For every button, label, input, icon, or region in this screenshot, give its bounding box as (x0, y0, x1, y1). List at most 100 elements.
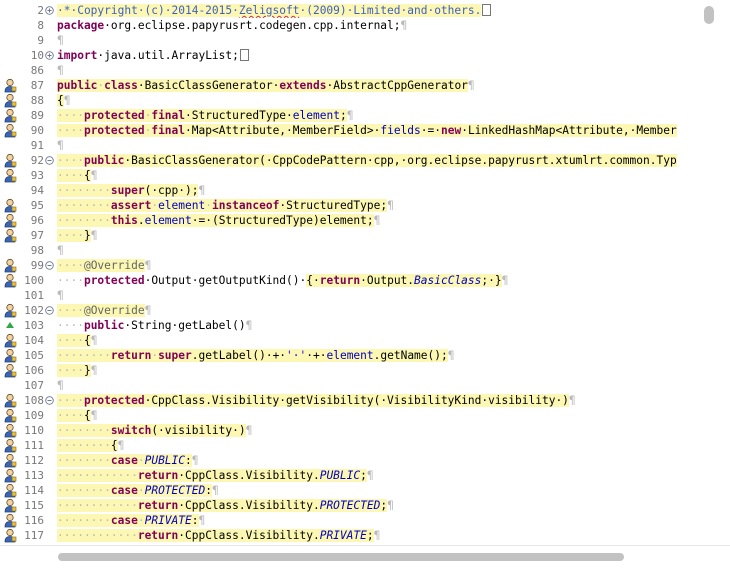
line-number: 94 (30, 184, 44, 197)
vertical-scroll-thumb[interactable] (704, 6, 714, 24)
person-icon (3, 108, 17, 123)
code-text[interactable]: ¶ (57, 243, 702, 258)
code-text[interactable]: ····@Override¶ (57, 303, 702, 318)
code-text[interactable]: ····{¶ (57, 408, 702, 423)
code-line[interactable]: 95 ········assert·element·instanceof·Stru… (0, 198, 702, 213)
code-line[interactable]: 87 public·class·BasicClassGenerator·exten… (0, 78, 702, 93)
code-line[interactable]: 116 ········case·PRIVATE:¶ (0, 513, 702, 528)
line-number: 100 (24, 274, 44, 287)
code-text[interactable]: ········{¶ (57, 438, 702, 453)
code-text[interactable]: ········assert·element·instanceof·Struct… (57, 198, 702, 213)
code-text[interactable]: ····protected·final·Map<Attribute,·Membe… (57, 123, 702, 138)
code-text[interactable]: ····public·BasicClassGenerator(·CppCodeP… (57, 153, 702, 168)
line-number: 99 (30, 259, 44, 272)
code-text[interactable]: ¶ (57, 288, 702, 303)
code-text[interactable]: ¶ (57, 378, 702, 393)
code-line[interactable]: 111 ········{¶ (0, 438, 702, 453)
code-text[interactable]: ·*·Copyright·(c)·2014-2015·Zeligsoft·(20… (57, 3, 702, 18)
code-text[interactable]: ········return·super.getLabel()·+·'·'·+·… (57, 348, 702, 363)
line-number: 101 (24, 289, 44, 302)
code-token: return (319, 274, 361, 287)
code-text[interactable]: ¶ (57, 138, 702, 153)
line-number: 88 (30, 94, 44, 107)
code-token: super (158, 349, 192, 362)
code-token: ¶ (373, 214, 381, 227)
code-line[interactable]: 91 ¶ (0, 138, 702, 153)
code-text[interactable]: {¶ (57, 93, 702, 108)
code-line[interactable]: 93 ····{¶ (0, 168, 702, 183)
code-token: element (144, 214, 192, 227)
code-text[interactable]: ····@Override¶ (57, 258, 702, 273)
code-text[interactable]: ········case·PROTECTED:¶ (57, 483, 702, 498)
code-editor[interactable]: 2 ·*·Copyright·(c)·2014-2015·Zeligsoft·(2… (0, 0, 730, 568)
code-line[interactable]: 104 ····{¶ (0, 333, 702, 348)
code-text[interactable]: ····}¶ (57, 228, 702, 243)
code-line[interactable]: 100 ····protected·Output·getOutputKind()·… (0, 273, 702, 288)
collapsed-region-icon[interactable] (239, 49, 249, 61)
code-line[interactable]: 89 ····protected·final·StructuredType·ele… (0, 108, 702, 123)
code-line[interactable]: 110 ········switch(·visibility·)¶ (0, 423, 702, 438)
code-text[interactable]: ········super(·cpp·);¶ (57, 183, 702, 198)
code-line[interactable]: 96 ········this.element·=·(StructuredType… (0, 213, 702, 228)
code-line[interactable]: 107 ¶ (0, 378, 702, 393)
code-line[interactable]: 105 ········return·super.getLabel()·+·'·'… (0, 348, 702, 363)
code-line[interactable]: 97 ····}¶ (0, 228, 702, 243)
code-line[interactable]: 99 ····@Override¶ (0, 258, 702, 273)
code-line[interactable]: 114 ········case·PROTECTED:¶ (0, 483, 702, 498)
code-text[interactable]: package·org.eclipse.papyrusrt.codegen.cp… (57, 18, 702, 33)
code-token: package (57, 19, 105, 32)
code-line[interactable]: 112 ········case·PUBLIC:¶ (0, 453, 702, 468)
code-line[interactable]: 94 ········super(·cpp·);¶ (0, 183, 702, 198)
code-text[interactable]: public·class·BasicClassGenerator·extends… (57, 78, 702, 93)
code-line[interactable]: 92 ····public·BasicClassGenerator(·CppCod… (0, 153, 702, 168)
code-text[interactable]: ············return·CppClass.Visibility.P… (57, 468, 702, 483)
line-number: 113 (24, 469, 44, 482)
code-line[interactable]: 103 ····public·String·getLabel()¶ (0, 318, 702, 333)
code-text[interactable]: ····protected·Output·getOutputKind()·{·r… (57, 273, 702, 288)
code-text[interactable]: ····public·String·getLabel()¶ (57, 318, 702, 333)
collapsed-region-icon[interactable] (482, 4, 492, 16)
vertical-scrollbar[interactable] (702, 0, 730, 546)
code-line[interactable]: 113 ············return·CppClass.Visibilit… (0, 468, 702, 483)
code-line[interactable]: 117 ············return·CppClass.Visibilit… (0, 528, 702, 543)
line-number: 112 (24, 454, 44, 467)
code-token: ········ (57, 199, 111, 212)
code-text[interactable]: ············return·CppClass.Visibility.P… (57, 528, 702, 543)
code-line[interactable]: 8 package·org.eclipse.papyrusrt.codegen.c… (0, 18, 702, 33)
line-number: 117 (24, 529, 44, 542)
code-line[interactable]: 109 ····{¶ (0, 408, 702, 423)
code-line[interactable]: 106 ····}¶ (0, 363, 702, 378)
horizontal-scroll-thumb[interactable] (58, 553, 624, 561)
code-token: ·CppClass.Visibility. (178, 499, 320, 512)
code-line[interactable]: 115 ············return·CppClass.Visibilit… (0, 498, 702, 513)
code-text[interactable]: ····{¶ (57, 168, 702, 183)
code-token: : (205, 484, 212, 497)
code-line[interactable]: 88 {¶ (0, 93, 702, 108)
code-text[interactable]: ¶ (57, 63, 702, 78)
code-text[interactable]: ····protected·CppClass.Visibility·getVis… (57, 393, 702, 408)
code-text[interactable]: ····}¶ (57, 363, 702, 378)
code-line[interactable]: 98 ¶ (0, 243, 702, 258)
horizontal-scrollbar[interactable] (0, 545, 730, 568)
code-line[interactable]: 101 ¶ (0, 288, 702, 303)
code-text[interactable]: ········case·PUBLIC:¶ (57, 453, 702, 468)
code-text[interactable]: ········this.element·=·(StructuredType)e… (57, 213, 702, 228)
code-lines[interactable]: 2 ·*·Copyright·(c)·2014-2015·Zeligsoft·(2… (0, 3, 702, 543)
code-text[interactable]: ····{¶ (57, 333, 702, 348)
code-line[interactable]: 108 ····protected·CppClass.Visibility·get… (0, 393, 702, 408)
code-text[interactable]: ············return·CppClass.Visibility.P… (57, 498, 702, 513)
person-icon (3, 153, 17, 168)
code-line[interactable]: 2 ·*·Copyright·(c)·2014-2015·Zeligsoft·(2… (0, 3, 702, 18)
code-text[interactable]: import·java.util.ArrayList; (57, 48, 702, 63)
code-line[interactable]: 90 ····protected·final·Map<Attribute,·Mem… (0, 123, 702, 138)
code-text[interactable]: ····protected·final·StructuredType·eleme… (57, 108, 702, 123)
code-text[interactable]: ········case·PRIVATE:¶ (57, 513, 702, 528)
code-line[interactable]: 10 import·java.util.ArrayList; (0, 48, 702, 63)
code-text[interactable]: ········switch(·visibility·)¶ (57, 423, 702, 438)
code-line[interactable]: 9 ¶ (0, 33, 702, 48)
code-token: ·*·Copyright·(c)·2014-2015· (57, 4, 239, 17)
code-line[interactable]: 102 ····@Override¶ (0, 303, 702, 318)
code-text[interactable]: ¶ (57, 33, 702, 48)
code-token: { (110, 439, 118, 452)
code-line[interactable]: 86 ¶ (0, 63, 702, 78)
